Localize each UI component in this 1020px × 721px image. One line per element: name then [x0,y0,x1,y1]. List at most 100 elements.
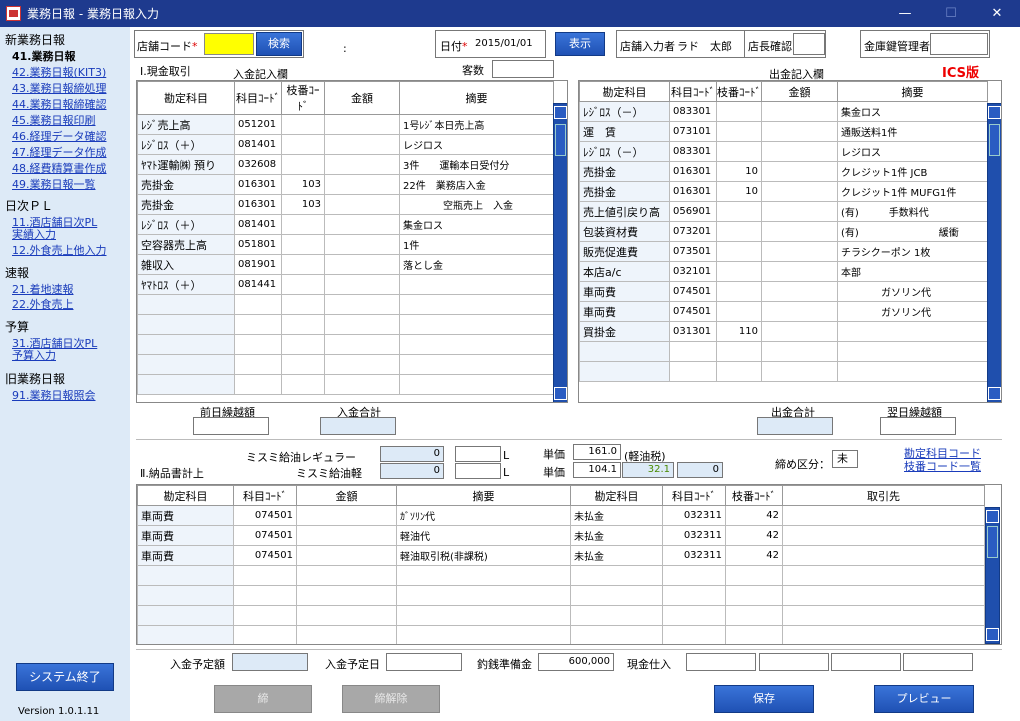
in-table-cell[interactable] [137,314,235,335]
in-table-row[interactable]: 雑収入 081901 落とし金 [137,254,554,275]
in-table-cell[interactable]: 016301 [234,174,282,195]
in-table-cell[interactable] [399,354,554,375]
delivery-table-cell[interactable] [782,565,985,586]
in-table-cell[interactable]: ﾚｼﾞﾛｽ（＋） [137,214,235,235]
delivery-table-cell[interactable] [137,625,234,644]
out-table-cell[interactable]: 083301 [669,141,717,162]
out-table-cell[interactable]: クレジット1件 JCB [837,161,988,182]
in-table-cell[interactable] [399,334,554,355]
out-table-cell[interactable] [761,281,838,302]
out-table-cell[interactable]: 110 [716,321,762,342]
minimize-button[interactable]: — [882,0,928,27]
in-table-cell[interactable] [399,374,554,395]
delivery-table-row[interactable]: 車両費 074501 軽油代 未払金 032311 42 [137,525,985,546]
in-table-cell[interactable] [137,294,235,315]
delivery-table-cell[interactable]: 車両費 [137,525,234,546]
regular-price-value[interactable]: 161.0 [573,444,621,460]
in-table-cell[interactable] [281,254,325,275]
delivery-table-cell[interactable] [570,585,663,606]
delivery-table-cell[interactable]: 42 [725,525,783,546]
in-table-cell[interactable] [399,314,554,335]
in-table-row[interactable]: ﾚｼﾞ売上高 051201 1号ﾚｼﾞ本日売上高 [137,114,554,135]
delivery-table-cell[interactable]: 車両費 [137,545,234,566]
close-day-button[interactable]: 締 [214,685,312,713]
out-table-cell[interactable] [761,321,838,342]
in-table-cell[interactable]: ﾚｼﾞ売上高 [137,114,235,135]
delivery-table-cell[interactable] [662,585,726,606]
out-table-cell[interactable] [669,341,717,362]
scroll-thumb[interactable] [987,526,998,558]
in-table-cell[interactable] [399,274,554,295]
out-table-row[interactable]: ﾚｼﾞﾛｽ（－） 083301 集金ロス [579,101,988,122]
in-table-row[interactable]: ﾔﾏﾄﾛｽ（＋） 081441 [137,274,554,295]
in-table-cell[interactable]: 1件 [399,234,554,255]
scheduled-date-field[interactable] [386,653,462,671]
delivery-table-cell[interactable] [296,605,397,626]
in-table-cell[interactable]: 032608 [234,154,282,175]
in-table-cell[interactable]: 22件 業務店入金 [399,174,554,195]
out-table-cell[interactable]: 074501 [669,281,717,302]
delivery-table-cell[interactable] [296,565,397,586]
delivery-table-cell[interactable] [396,565,571,586]
delivery-table-cell[interactable]: 車両費 [137,505,234,526]
scroll-up-icon[interactable] [988,106,1001,119]
out-table-cell[interactable] [716,261,762,282]
in-table-cell[interactable] [324,194,400,215]
delivery-table-cell[interactable]: 074501 [233,545,297,566]
delivery-table-cell[interactable]: 未払金 [570,525,663,546]
sidebar-item-47[interactable]: 47.経理データ作成 [12,147,107,159]
in-table-cell[interactable]: 集金ロス [399,214,554,235]
in-table-cell[interactable]: 103 [281,174,325,195]
maximize-button[interactable]: ☐ [928,0,974,27]
delivery-table-cell[interactable]: 軽油取引税(非課税) [396,545,571,566]
delivery-table-row[interactable] [137,605,985,626]
out-table-row[interactable]: ﾚｼﾞﾛｽ（－） 083301 レジロス [579,141,988,162]
out-table-cell[interactable]: 本店a/c [579,261,670,282]
out-table-cell[interactable] [761,161,838,182]
in-table-cell[interactable]: 空瓶売上 入金 [399,194,554,215]
sidebar-item-42[interactable]: 42.業務日報(KIT3) [12,67,106,79]
delivery-table-cell[interactable] [137,565,234,586]
in-table-cell[interactable] [281,334,325,355]
in-table-cell[interactable] [234,334,282,355]
in-table-cell[interactable] [281,234,325,255]
delivery-table-cell[interactable]: 032311 [662,525,726,546]
out-table-row[interactable]: 本店a/c 032101 本部 [579,261,988,282]
delivery-table-cell[interactable] [396,625,571,644]
in-table-cell[interactable]: ﾔﾏﾄ運輸㈱ 預り [137,154,235,175]
out-table-cell[interactable]: 10 [716,161,762,182]
light-fuel-value[interactable]: 0 [380,463,444,479]
in-table-row[interactable] [137,354,554,375]
in-table-cell[interactable] [234,374,282,395]
in-table-row[interactable] [137,294,554,315]
store-input-value[interactable]: ラド 太郎 [677,38,732,54]
in-table-cell[interactable] [137,334,235,355]
regular-fuel-value[interactable]: 0 [380,446,444,462]
out-table-cell[interactable] [716,301,762,322]
out-table-cell[interactable]: 通販送料1件 [837,121,988,142]
delivery-table-cell[interactable] [233,625,297,644]
delivery-table-cell[interactable] [233,605,297,626]
out-table-cell[interactable]: 073201 [669,221,717,242]
delivery-table-cell[interactable] [725,625,783,644]
save-button[interactable]: 保存 [714,685,814,713]
out-table-cell[interactable]: 売上値引戻り高 [579,201,670,222]
in-table-cell[interactable] [324,234,400,255]
delivery-table-row[interactable] [137,625,985,644]
delivery-table-cell[interactable] [233,585,297,606]
out-table-cell[interactable] [716,221,762,242]
out-table-cell[interactable] [837,361,988,382]
in-table-cell[interactable] [324,334,400,355]
delivery-table-cell[interactable] [725,585,783,606]
in-table-row[interactable]: ﾚｼﾞﾛｽ（＋） 081401 レジロス [137,134,554,155]
sidebar-item-31[interactable]: 31.酒店舗日次PL 予算入力 [12,338,97,362]
in-table-cell[interactable]: 051801 [234,234,282,255]
in-table-cell[interactable]: 空容器売上高 [137,234,235,255]
delivery-table-cell[interactable] [782,545,985,566]
in-table-cell[interactable]: ﾔﾏﾄﾛｽ（＋） [137,274,235,295]
scroll-down-icon[interactable] [988,387,1001,400]
out-table-cell[interactable]: 031301 [669,321,717,342]
in-table-cell[interactable]: 081401 [234,214,282,235]
in-table-cell[interactable] [324,354,400,375]
out-scrollbar[interactable] [987,103,1001,402]
